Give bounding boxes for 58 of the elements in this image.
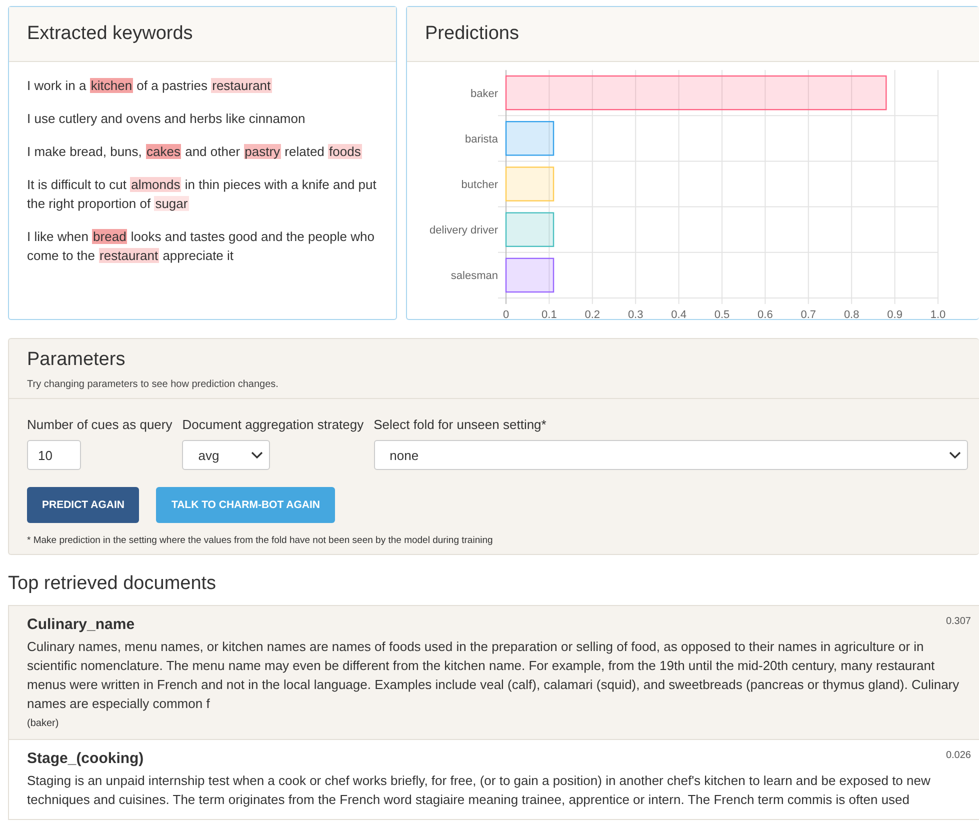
keyword-highlight: foods: [328, 144, 362, 159]
select-dropdown[interactable]: avg: [182, 440, 270, 470]
field-label: Document aggregation strategy: [182, 417, 364, 432]
tick-label: 1.0: [930, 309, 946, 320]
chevron-icon: [251, 451, 264, 459]
tick-label: 0.8: [844, 309, 860, 320]
axis-label: salesman: [450, 270, 498, 282]
tick-label: 0.7: [800, 309, 816, 320]
bar: [505, 166, 554, 202]
tick-label: 0.9: [887, 309, 902, 320]
document-score: 0.026: [946, 750, 971, 761]
document-text: Staging is an unpaid internship test when a cook or chef works briefly, for free, (or to gain a position) in another chef's kitchen to learn and be exposed to new techniques and cuisines. The term originates from the French word stagiaire meaning trainee, apprentice or intern. The French term commis is often used: [27, 772, 932, 809]
keyword-highlight: almonds: [130, 177, 182, 192]
keyword-highlight: restaurant: [211, 78, 272, 93]
field-label: Number of cues as query: [27, 417, 172, 432]
axis-label: delivery driver: [430, 224, 498, 237]
panel-title: Predictions: [425, 23, 519, 45]
document-score: 0.307: [946, 616, 971, 627]
panel-title: Extracted keywords: [27, 23, 193, 45]
document-title: Culinary_name: [27, 616, 135, 633]
axis-label: barista: [464, 133, 498, 146]
document-text: Culinary names, menu names, or kitchen names are names of foods used in the preparation or selling of food, as opposed to their names in agriculture or in scientific nomenclature. The menu name may even be different from the kitchen name. For example, from the 19th until the mid-20th century, many restaurant menus were written in French and not in the local language. Examples include veal (calf), calamari (squid), and sweetbreads (pancreas or thymus gland). Culinary names are especially common f: [27, 638, 960, 713]
tick-label: 0.2: [584, 309, 600, 320]
keyword-sentence: I make bread, buns, cakes and other pastry related foods: [27, 143, 363, 161]
tick-label: 0.1: [542, 309, 557, 320]
keyword-highlight: pastry: [244, 144, 282, 159]
select-dropdown[interactable]: none: [374, 440, 968, 470]
number-input[interactable]: 10: [27, 440, 81, 470]
keyword-highlight: bread: [92, 229, 128, 244]
document-title: Stage_(cooking): [27, 750, 144, 767]
bar: [505, 121, 554, 156]
axis-label: butcher: [461, 179, 498, 191]
panel-subtitle: Try changing parameters to see how prediction changes.: [27, 379, 280, 390]
keyword-sentence: It is difficult to cut almonds in thin pieces with a knife and put the right proportion of sugar: [27, 176, 378, 213]
footnote: * Make prediction in the setting where the values from the fold have not been seen by the model during training: [27, 535, 494, 546]
keyword-highlight: sugar: [154, 196, 189, 211]
document-card[interactable]: [8, 740, 979, 820]
document-tag: (baker): [27, 718, 971, 729]
document-card[interactable]: [8, 606, 979, 740]
keyword-sentence: I like when bread looks and tastes good and the people who come to the restaurant appreciate it: [27, 228, 376, 265]
keyword-highlight: kitchen: [90, 78, 134, 93]
keyword-highlight: cakes: [146, 144, 182, 159]
tick-label: 0: [502, 309, 510, 320]
bar: [505, 212, 554, 247]
panel-title: Parameters: [27, 349, 126, 371]
tick-label: 0.6: [758, 309, 773, 320]
axis-label: baker: [470, 88, 498, 100]
tick-label: 0.5: [714, 309, 730, 320]
action-button[interactable]: PREDICT AGAIN: [27, 487, 140, 523]
chevron-icon: [949, 451, 961, 459]
section-title: Top retrieved documents: [8, 573, 218, 595]
field-label: Select fold for unseen setting*: [374, 417, 548, 432]
keyword-sentence: I work in a kitchen of a pastries restaurant: [27, 77, 273, 95]
tick-label: 0.4: [671, 309, 686, 320]
bar: [505, 258, 554, 293]
tick-label: 0.3: [628, 309, 644, 320]
keyword-highlight: restaurant: [98, 248, 160, 263]
keyword-sentence: I use cutlery and ovens and herbs like cinnamon: [27, 110, 306, 128]
